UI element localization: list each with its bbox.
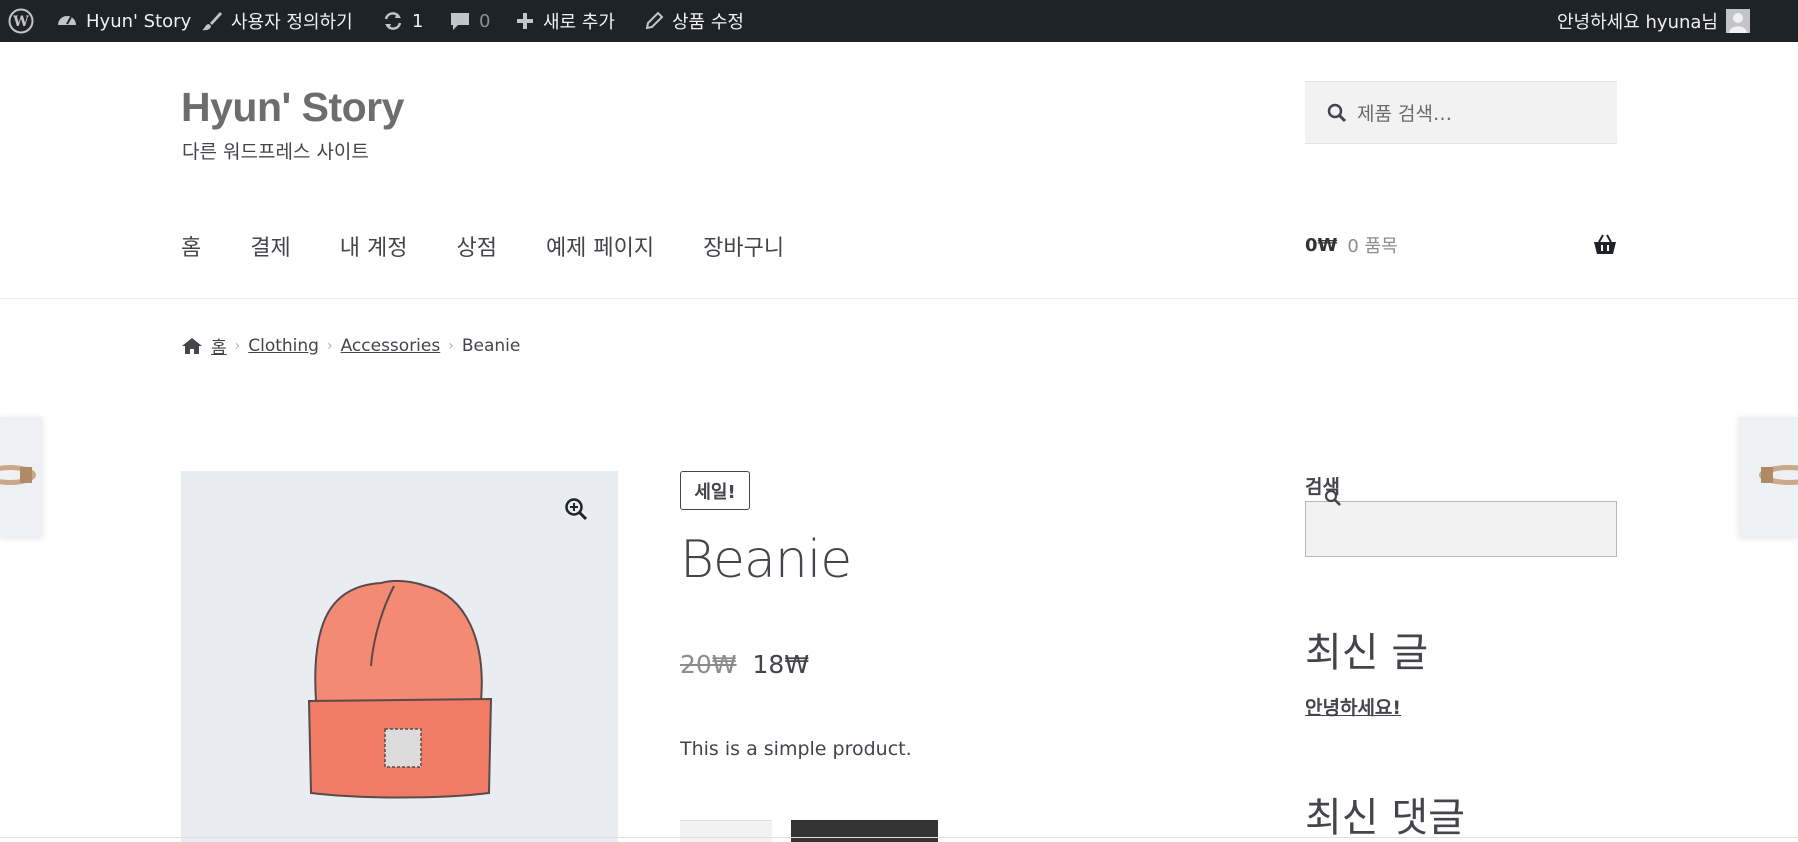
recent-post-link[interactable]: 안녕하세요! [1305,693,1401,720]
nav-item-home[interactable]: 홈 [181,230,201,262]
customize-label: 사용자 정의하기 [231,12,353,33]
refresh-icon [384,12,402,30]
breadcrumb: 홈 › Clothing › Accessories › Beanie [181,333,520,358]
regular-price: 20₩ [680,650,737,679]
product-price: 20₩ 18₩ [680,650,809,679]
recent-comments-title: 최신 댓글 [1305,795,1465,841]
add-to-cart-button[interactable] [791,820,938,842]
widget-search-input[interactable] [1305,501,1617,557]
next-product-thumbnail[interactable] [1739,417,1798,537]
svg-text:W: W [12,14,29,30]
edit-product-label: 상품 수정 [672,12,744,33]
search-icon [1327,103,1347,122]
nav-item-sample-page[interactable]: 예제 페이지 [546,230,654,262]
product-search-input[interactable]: 제품 검색… [1305,81,1617,144]
edit-product-link[interactable]: 상품 수정 [644,0,744,42]
beanie-illustration [307,579,493,799]
nav-item-cart[interactable]: 장바구니 [703,230,784,262]
greeting-label: 안녕하세요 hyuna님 [1557,12,1718,33]
header-cart[interactable]: 0₩ 0 품목 [1305,232,1617,258]
pencil-icon [645,11,664,30]
site-description: 다른 워드프레스 사이트 [182,141,369,163]
new-content-link[interactable]: 새로 추가 [515,0,615,42]
primary-navigation: 홈 결제 내 계정 상점 예제 페이지 장바구니 [181,230,833,262]
basket-icon [1594,234,1616,254]
updates-link[interactable]: 1 [382,0,423,42]
comments-link[interactable]: 0 [449,0,490,42]
sale-badge: 세일! [680,471,750,510]
customize-link[interactable]: 사용자 정의하기 [201,0,353,42]
updates-count: 1 [412,10,424,32]
recent-posts-title: 최신 글 [1305,630,1429,676]
product-short-description: This is a simple product. [680,738,912,760]
quantity-input[interactable] [680,820,772,842]
wordpress-logo-button[interactable]: W [8,0,34,42]
admin-bar: W Hyun' Story 사용자 정의하기 1 0 새로 추가 상품 수정 안… [0,0,1798,42]
comment-icon [451,13,469,30]
breadcrumb-accessories[interactable]: Accessories [341,336,441,356]
breadcrumb-separator-icon: › [326,337,333,354]
header-divider [0,298,1798,299]
product-title: Beanie [680,530,852,590]
nav-item-my-account[interactable]: 내 계정 [340,230,408,262]
breadcrumb-separator-icon: › [448,337,454,354]
nav-item-checkout[interactable]: 결제 [250,230,290,262]
comments-count: 0 [479,10,491,32]
avatar [1726,9,1750,33]
breadcrumb-clothing[interactable]: Clothing [248,336,319,356]
home-icon [182,337,202,354]
sale-price: 18₩ [752,650,810,679]
search-placeholder: 제품 검색… [1357,103,1452,125]
brush-icon [202,12,222,31]
site-name-link[interactable]: Hyun' Story [56,0,191,42]
cart-amount: 0₩ [1305,234,1338,256]
breadcrumb-current: Beanie [461,335,521,356]
breadcrumb-separator-icon: › [234,337,241,354]
viewport-bottom-border [0,837,1798,838]
breadcrumb-home[interactable]: 홈 [211,333,227,358]
my-account-link[interactable]: 안녕하세요 hyuna님 [1557,0,1750,42]
wordpress-icon: W [8,8,34,34]
previous-product-thumbnail[interactable] [0,417,42,537]
search-icon [1324,489,1341,506]
cart-count: 0 품목 [1347,236,1398,257]
site-name-label: Hyun' Story [86,10,192,32]
new-content-label: 새로 추가 [543,12,615,33]
product-image[interactable] [181,471,618,842]
site-title[interactable]: Hyun' Story [181,84,404,131]
dashboard-icon [58,16,76,25]
plus-icon [517,13,533,29]
nav-item-shop[interactable]: 상점 [456,230,496,262]
